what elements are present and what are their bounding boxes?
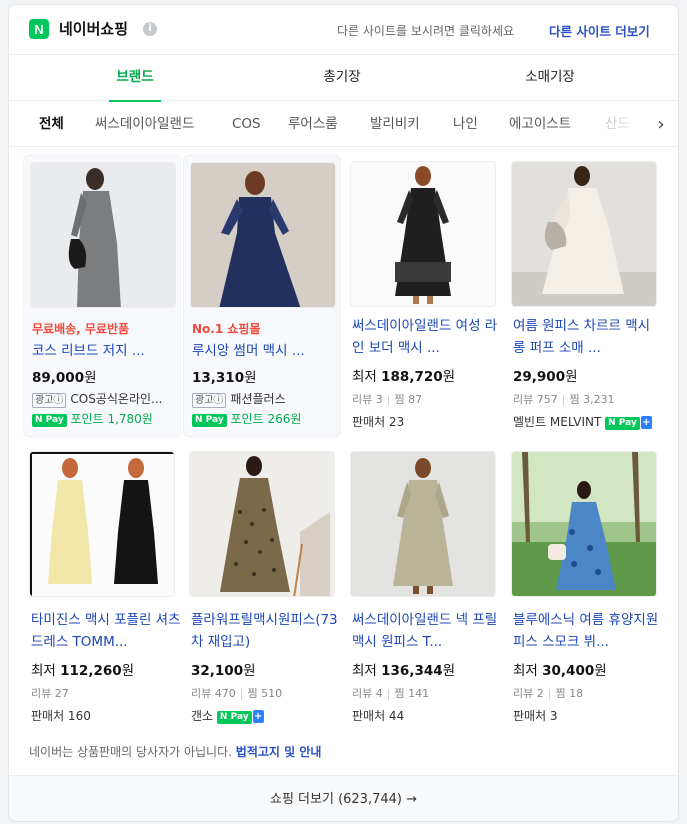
chevron-right-icon[interactable]: › [644, 101, 678, 146]
category-item[interactable]: 발리비키 [370, 101, 420, 146]
product-seller[interactable]: 갠소 N Pay + [191, 707, 264, 724]
product-card[interactable]: 써스데이아일랜드 여성 라인 보더 맥시 ... 최저 188,720원 리뷰 … [344, 155, 502, 437]
category-item[interactable]: 루어스룸 [288, 101, 338, 146]
product-image[interactable] [350, 451, 496, 597]
tab-total-length[interactable]: 총기장 [315, 55, 369, 101]
more-sites-link[interactable]: 다른 사이트 더보기 [549, 21, 650, 40]
ad-badge[interactable]: 광고ⓘ [192, 393, 227, 408]
product-meta: 리뷰 2 | 찜 18 [513, 687, 584, 700]
tab-bar: 브랜드 총기장 소매기장 [9, 55, 678, 102]
product-card[interactable]: No.1 쇼핑몰 루시앙 썸머 맥시 ... 13,310원 광고ⓘ 패션플러스 … [183, 155, 341, 437]
product-seller[interactable]: 광고ⓘ COS공식온라인... [32, 390, 163, 408]
product-price: 최저 136,344원 [352, 663, 456, 679]
product-point: N Pay 포인트 266원 [192, 410, 301, 427]
product-card[interactable]: 여름 원피스 차르르 맥시 롱 퍼프 소매 ... 29,900원 리뷰 757… [505, 155, 663, 437]
product-name[interactable]: 타미진스 맥시 포플린 셔츠 드레스 TOMM... [31, 609, 181, 653]
product-image[interactable] [511, 451, 657, 597]
tab-sleeve-length[interactable]: 소매기장 [515, 55, 585, 101]
product-price: 최저 112,260원 [31, 663, 135, 679]
npay-icon: N Pay [192, 414, 227, 427]
more-shopping-button[interactable]: 쇼핑 더보기 (623,744) → [9, 775, 678, 821]
product-image[interactable] [190, 162, 336, 308]
product-image[interactable] [29, 451, 175, 597]
product-seller[interactable]: 멜빈트 MELVINT N Pay + [513, 413, 652, 430]
product-image[interactable] [511, 161, 657, 307]
product-price: 최저 30,400원 [513, 663, 607, 679]
header: N 네이버쇼핑 i 다른 사이트를 보시려면 클릭하세요 다른 사이트 더보기 [9, 5, 678, 55]
info-icon[interactable]: i [143, 22, 157, 36]
product-meta: 리뷰 757 | 찜 3,231 [513, 393, 615, 406]
npay-plus-icon: + [640, 416, 652, 429]
product-card[interactable]: 타미진스 맥시 포플린 셔츠 드레스 TOMM... 최저 112,260원 리… [23, 445, 181, 725]
product-card[interactable]: 플라워프릴맥시원피스(73차 재입고) 32,100원 리뷰 470 | 찜 510… [183, 445, 341, 725]
shopping-card: N 네이버쇼핑 i 다른 사이트를 보시려면 클릭하세요 다른 사이트 더보기 … [8, 4, 679, 822]
ad-badge[interactable]: 광고ⓘ [32, 393, 67, 408]
product-name[interactable]: 플라워프릴맥시원피스(73차 재입고) [191, 609, 341, 653]
product-name[interactable]: 블루에스닉 여름 휴양지원피스 스모크 뷔... [513, 609, 663, 653]
product-meta: 리뷰 4 | 찜 141 [352, 687, 430, 700]
product-promo: 무료배송, 무료반품 [32, 322, 130, 336]
product-price: 최저 188,720원 [352, 369, 456, 385]
npay-icon: N Pay [216, 711, 252, 724]
product-price: 32,100원 [191, 663, 256, 679]
product-name[interactable]: 코스 리브드 저지 ... [32, 340, 182, 362]
header-title[interactable]: 네이버쇼핑 [59, 18, 128, 39]
product-meta: 리뷰 27 [31, 687, 69, 700]
product-image[interactable] [30, 162, 176, 308]
naver-logo-icon[interactable]: N [29, 19, 49, 39]
product-name[interactable]: 써스데이아일랜드 넥 프릴 맥시 원피스 T... [352, 609, 502, 653]
category-item[interactable]: 에고이스트 [509, 101, 571, 146]
product-price: 13,310원 [192, 370, 257, 386]
legal-link[interactable]: 법적고지 및 안내 [236, 745, 322, 759]
product-point: N Pay 포인트 1,780원 [32, 410, 153, 427]
category-fade [608, 101, 648, 146]
product-seller[interactable]: 광고ⓘ 패션플러스 [192, 390, 286, 408]
product-meta: 리뷰 3 | 찜 87 [352, 393, 423, 406]
category-item[interactable]: 나인 [453, 101, 478, 146]
product-promo: No.1 쇼핑몰 [192, 322, 261, 336]
product-price: 89,000원 [32, 370, 97, 386]
product-name[interactable]: 써스데이아일랜드 여성 라인 보더 맥시 ... [352, 315, 502, 359]
product-name[interactable]: 루시앙 썸머 맥시 ... [192, 340, 342, 362]
product-price: 29,900원 [513, 369, 578, 385]
product-name[interactable]: 여름 원피스 차르르 맥시 롱 퍼프 소매 ... [513, 315, 663, 359]
product-meta: 리뷰 470 | 찜 510 [191, 687, 283, 700]
npay-icon: N Pay [32, 414, 67, 427]
product-card[interactable]: 블루에스닉 여름 휴양지원피스 스모크 뷔... 최저 30,400원 리뷰 2… [505, 445, 663, 725]
product-image[interactable] [350, 161, 496, 307]
product-card[interactable]: 써스데이아일랜드 넥 프릴 맥시 원피스 T... 최저 136,344원 리뷰… [344, 445, 502, 725]
category-item[interactable]: 써스데이아일랜드 [95, 101, 194, 146]
npay-icon: N Pay [605, 417, 640, 430]
category-all[interactable]: 전체 [39, 101, 64, 146]
npay-plus-icon: + [252, 710, 264, 723]
tab-brand[interactable]: 브랜드 [109, 55, 161, 102]
product-image[interactable] [189, 451, 335, 597]
legal-notice: 네이버는 상품판매의 당사자가 아닙니다. 법적고지 및 안내 [29, 745, 322, 759]
product-seller[interactable]: 판매처 23 [352, 413, 404, 430]
product-card[interactable]: 무료배송, 무료반품 코스 리브드 저지 ... 89,000원 광고ⓘ COS공… [23, 155, 181, 437]
category-bar: 전체 써스데이아일랜드 COS 루어스룸 발리비키 나인 에고이스트 산드 › [9, 101, 678, 147]
product-seller[interactable]: 판매처 3 [513, 707, 558, 724]
product-seller[interactable]: 판매처 160 [31, 707, 91, 724]
category-item[interactable]: COS [232, 101, 261, 146]
product-seller[interactable]: 판매처 44 [352, 707, 404, 724]
header-hint: 다른 사이트를 보시려면 클릭하세요 [337, 24, 515, 38]
